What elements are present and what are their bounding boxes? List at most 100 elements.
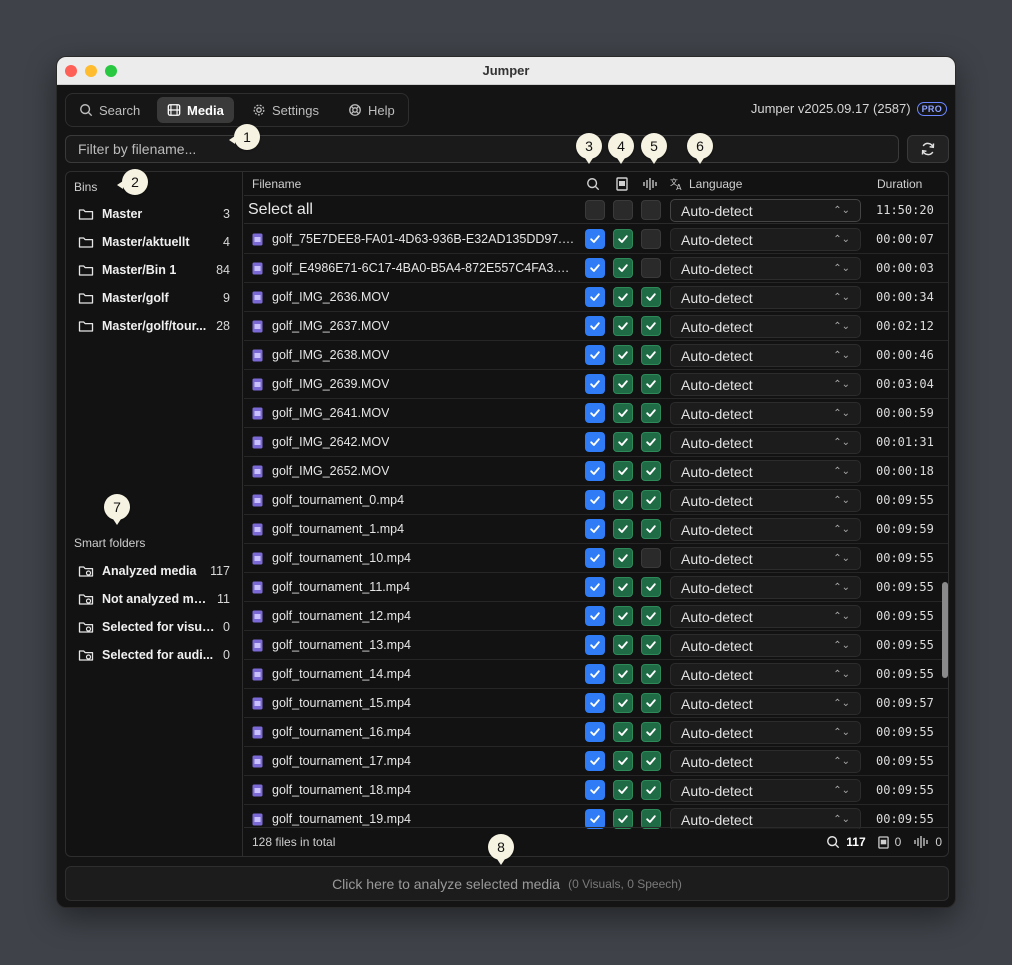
bin-item[interactable]: Master 3 <box>66 200 242 228</box>
language-select[interactable]: Auto-detect ⌃⌄ <box>670 228 861 251</box>
table-row[interactable]: golf_tournament_15.mp4 Auto-detect ⌃⌄ 00:09… <box>244 689 948 718</box>
tab-settings[interactable]: Settings <box>242 97 329 123</box>
search-checkbox[interactable] <box>585 809 605 829</box>
speech-checkbox[interactable] <box>641 606 661 626</box>
search-checkbox[interactable] <box>585 403 605 423</box>
language-select[interactable]: Auto-detect ⌃⌄ <box>670 518 861 541</box>
file-rows[interactable]: golf_75E7DEE8-FA01-4D63-936B-E32AD135DD9… <box>244 225 948 829</box>
search-checkbox[interactable] <box>585 548 605 568</box>
language-select[interactable]: Auto-detect ⌃⌄ <box>670 489 861 512</box>
language-select[interactable]: Auto-detect ⌃⌄ <box>670 634 861 657</box>
speech-checkbox[interactable] <box>641 345 661 365</box>
table-row[interactable]: golf_IMG_2641.MOV Auto-detect ⌃⌄ 00:00:59 <box>244 399 948 428</box>
speech-checkbox[interactable] <box>641 519 661 539</box>
speech-checkbox[interactable] <box>641 287 661 307</box>
language-select[interactable]: Auto-detect ⌃⌄ <box>670 750 861 773</box>
language-select[interactable]: Auto-detect ⌃⌄ <box>670 576 861 599</box>
speech-checkbox[interactable] <box>641 809 661 829</box>
language-select[interactable]: Auto-detect ⌃⌄ <box>670 286 861 309</box>
select-all-visual-checkbox[interactable] <box>613 200 633 220</box>
table-row[interactable]: golf_tournament_13.mp4 Auto-detect ⌃⌄ 00:09… <box>244 631 948 660</box>
vertical-scrollbar[interactable] <box>942 582 948 678</box>
bin-item[interactable]: Master/golf 9 <box>66 284 242 312</box>
language-select[interactable]: Auto-detect ⌃⌄ <box>670 431 861 454</box>
search-checkbox[interactable] <box>585 780 605 800</box>
language-select[interactable]: Auto-detect ⌃⌄ <box>670 315 861 338</box>
table-row[interactable]: golf_tournament_0.mp4 Auto-detect ⌃⌄ 00:09:… <box>244 486 948 515</box>
select-all-language-select[interactable]: Auto-detect ⌃⌄ <box>670 199 861 222</box>
search-checkbox[interactable] <box>585 287 605 307</box>
language-select[interactable]: Auto-detect ⌃⌄ <box>670 663 861 686</box>
table-row[interactable]: golf_IMG_2652.MOV Auto-detect ⌃⌄ 00:00:18 <box>244 457 948 486</box>
visual-checkbox[interactable] <box>613 693 633 713</box>
speech-checkbox[interactable] <box>641 722 661 742</box>
table-row[interactable]: golf_tournament_14.mp4 Auto-detect ⌃⌄ 00:09… <box>244 660 948 689</box>
tab-help[interactable]: Help <box>338 97 405 123</box>
language-select[interactable]: Auto-detect ⌃⌄ <box>670 808 861 829</box>
select-all-speech-checkbox[interactable] <box>641 200 661 220</box>
language-select[interactable]: Auto-detect ⌃⌄ <box>670 344 861 367</box>
bin-item[interactable]: Master/golf/tour... 28 <box>66 312 242 340</box>
search-checkbox[interactable] <box>585 229 605 249</box>
smart-folder-item[interactable]: Selected for visua... 0 <box>66 613 242 641</box>
column-header-visual[interactable] <box>616 172 628 196</box>
bin-item[interactable]: Master/Bin 1 84 <box>66 256 242 284</box>
visual-checkbox[interactable] <box>613 606 633 626</box>
search-checkbox[interactable] <box>585 751 605 771</box>
tab-search[interactable]: Search <box>69 97 150 123</box>
search-checkbox[interactable] <box>585 635 605 655</box>
speech-checkbox[interactable] <box>641 461 661 481</box>
column-header-filename[interactable]: Filename <box>252 172 301 196</box>
speech-checkbox[interactable] <box>641 229 661 249</box>
column-header-search[interactable] <box>586 172 600 196</box>
table-row[interactable]: golf_tournament_16.mp4 Auto-detect ⌃⌄ 00:09… <box>244 718 948 747</box>
language-select[interactable]: Auto-detect ⌃⌄ <box>670 605 861 628</box>
visual-checkbox[interactable] <box>613 577 633 597</box>
column-header-speech[interactable] <box>642 172 658 196</box>
visual-checkbox[interactable] <box>613 258 633 278</box>
table-row[interactable]: golf_IMG_2638.MOV Auto-detect ⌃⌄ 00:00:46 <box>244 341 948 370</box>
table-row[interactable]: golf_tournament_11.mp4 Auto-detect ⌃⌄ 00:09… <box>244 573 948 602</box>
speech-checkbox[interactable] <box>641 751 661 771</box>
speech-checkbox[interactable] <box>641 490 661 510</box>
visual-checkbox[interactable] <box>613 751 633 771</box>
table-row[interactable]: golf_75E7DEE8-FA01-4D63-936B-E32AD135DD9… <box>244 225 948 254</box>
language-select[interactable]: Auto-detect ⌃⌄ <box>670 373 861 396</box>
language-select[interactable]: Auto-detect ⌃⌄ <box>670 721 861 744</box>
search-checkbox[interactable] <box>585 606 605 626</box>
visual-checkbox[interactable] <box>613 635 633 655</box>
search-checkbox[interactable] <box>585 258 605 278</box>
visual-checkbox[interactable] <box>613 316 633 336</box>
search-checkbox[interactable] <box>585 316 605 336</box>
speech-checkbox[interactable] <box>641 258 661 278</box>
visual-checkbox[interactable] <box>613 432 633 452</box>
speech-checkbox[interactable] <box>641 780 661 800</box>
language-select[interactable]: Auto-detect ⌃⌄ <box>670 547 861 570</box>
tab-media[interactable]: Media <box>157 97 234 123</box>
search-checkbox[interactable] <box>585 693 605 713</box>
speech-checkbox[interactable] <box>641 403 661 423</box>
table-row[interactable]: golf_tournament_19.mp4 Auto-detect ⌃⌄ 00:09… <box>244 805 948 829</box>
language-select[interactable]: Auto-detect ⌃⌄ <box>670 692 861 715</box>
language-select[interactable]: Auto-detect ⌃⌄ <box>670 257 861 280</box>
speech-checkbox[interactable] <box>641 374 661 394</box>
select-all-search-checkbox[interactable] <box>585 200 605 220</box>
visual-checkbox[interactable] <box>613 664 633 684</box>
visual-checkbox[interactable] <box>613 374 633 394</box>
analyze-selected-button[interactable]: Click here to analyze selected media (0 … <box>65 866 949 901</box>
speech-checkbox[interactable] <box>641 664 661 684</box>
search-checkbox[interactable] <box>585 490 605 510</box>
refresh-button[interactable] <box>907 135 949 163</box>
visual-checkbox[interactable] <box>613 809 633 829</box>
speech-checkbox[interactable] <box>641 316 661 336</box>
visual-checkbox[interactable] <box>613 780 633 800</box>
table-row[interactable]: golf_tournament_17.mp4 Auto-detect ⌃⌄ 00:09… <box>244 747 948 776</box>
search-checkbox[interactable] <box>585 374 605 394</box>
search-checkbox[interactable] <box>585 345 605 365</box>
table-row[interactable]: golf_IMG_2637.MOV Auto-detect ⌃⌄ 00:02:12 <box>244 312 948 341</box>
visual-checkbox[interactable] <box>613 403 633 423</box>
filename-filter-input[interactable] <box>65 135 899 163</box>
visual-checkbox[interactable] <box>613 722 633 742</box>
search-checkbox[interactable] <box>585 519 605 539</box>
visual-checkbox[interactable] <box>613 548 633 568</box>
